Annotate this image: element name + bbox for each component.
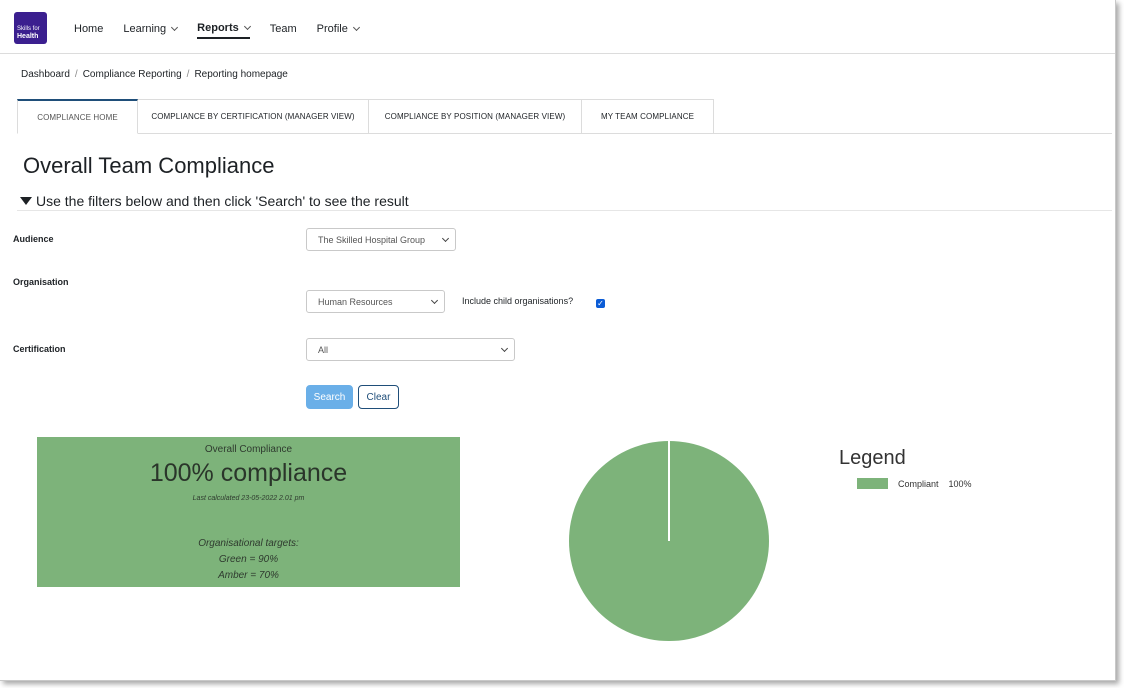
report-tabs: COMPLIANCE HOME COMPLIANCE BY CERTIFICAT…	[17, 99, 714, 134]
chevron-down-icon	[352, 23, 360, 32]
tab-my-team-compliance[interactable]: MY TEAM COMPLIANCE	[581, 99, 714, 134]
certification-select-value: All	[318, 344, 329, 355]
chevron-down-icon	[430, 296, 439, 305]
filter-toggle[interactable]: Use the filters below and then click 'Se…	[20, 193, 409, 209]
nav-reports-label: Reports	[197, 22, 239, 34]
nav-home[interactable]: Home	[74, 21, 103, 37]
breadcrumb-dashboard[interactable]: Dashboard	[21, 69, 70, 80]
chevron-down-icon	[171, 23, 179, 32]
certification-select[interactable]: All	[306, 338, 515, 361]
summary-label: Overall Compliance	[204, 444, 293, 455]
breadcrumb-reporting-homepage: Reporting homepage	[194, 69, 288, 80]
nav-profile[interactable]: Profile	[316, 21, 360, 37]
legend-item-compliant: Compliant 100%	[857, 478, 972, 489]
organisation-select-value: Human Resources	[318, 296, 393, 307]
breadcrumb-separator: /	[74, 69, 78, 80]
green-target: Green = 90%	[218, 554, 279, 565]
nav-reports[interactable]: Reports	[197, 21, 251, 39]
last-calculated: Last calculated 23-05-2022 2.01 pm	[192, 495, 305, 502]
filter-divider	[17, 210, 1112, 211]
chevron-down-icon	[243, 22, 251, 31]
nav-learning[interactable]: Learning	[123, 21, 179, 37]
brand-line2: Health	[17, 33, 39, 40]
brand-line1: Skills for	[17, 26, 40, 32]
caret-down-icon	[20, 197, 32, 205]
chevron-down-icon	[441, 234, 450, 243]
targets-title: Organisational targets:	[198, 538, 299, 549]
nav-home-label: Home	[74, 23, 104, 35]
include-child-checkbox[interactable]: ✓	[596, 299, 605, 308]
breadcrumb-separator: /	[186, 69, 190, 80]
audience-select[interactable]: The Skilled Hospital Group	[306, 228, 456, 251]
tab-compliance-home[interactable]: COMPLIANCE HOME	[17, 99, 138, 134]
audience-select-value: The Skilled Hospital Group	[318, 234, 426, 245]
top-navbar: Skills for Health Home Learning Reports …	[0, 0, 1115, 54]
nav-team[interactable]: Team	[270, 21, 297, 37]
breadcrumb-compliance-reporting[interactable]: Compliance Reporting	[83, 69, 182, 80]
organisational-targets: Organisational targets: Green = 90% Ambe…	[37, 536, 460, 584]
compliance-summary-panel: Overall Compliance 100% compliance Last …	[37, 437, 460, 587]
main-nav: Home Learning Reports Team Profile	[74, 21, 379, 39]
clear-button[interactable]: Clear	[358, 385, 399, 409]
tab-compliance-by-certification[interactable]: COMPLIANCE BY CERTIFICATION (MANAGER VIE…	[137, 99, 369, 134]
breadcrumb: Dashboard / Compliance Reporting / Repor…	[21, 69, 288, 80]
search-button[interactable]: Search	[306, 385, 353, 409]
filter-toggle-label: Use the filters below and then click 'Se…	[36, 193, 409, 209]
organisation-label: Organisation	[13, 277, 69, 287]
amber-target: Amber = 70%	[218, 570, 279, 581]
nav-profile-label: Profile	[316, 23, 348, 35]
certification-label: Certification	[13, 344, 66, 354]
legend-swatch	[857, 478, 888, 489]
legend-item-name: Compliant	[898, 478, 939, 489]
legend-title: Legend	[839, 447, 906, 469]
compliance-pie-chart	[569, 441, 769, 641]
audience-label: Audience	[13, 234, 54, 244]
organisation-select[interactable]: Human Resources	[306, 290, 445, 313]
legend-item-value: 100%	[948, 478, 972, 489]
brand-logo[interactable]: Skills for Health	[14, 12, 47, 44]
app-window: Skills for Health Home Learning Reports …	[0, 0, 1116, 681]
chevron-down-icon	[500, 344, 509, 353]
tab-compliance-by-position[interactable]: COMPLIANCE BY POSITION (MANAGER VIEW)	[368, 99, 582, 134]
summary-headline: 100% compliance	[149, 459, 348, 487]
page-title: Overall Team Compliance	[23, 153, 275, 178]
include-child-label: Include child organisations?	[462, 296, 574, 306]
nav-learning-label: Learning	[123, 23, 167, 35]
nav-team-label: Team	[269, 23, 297, 35]
